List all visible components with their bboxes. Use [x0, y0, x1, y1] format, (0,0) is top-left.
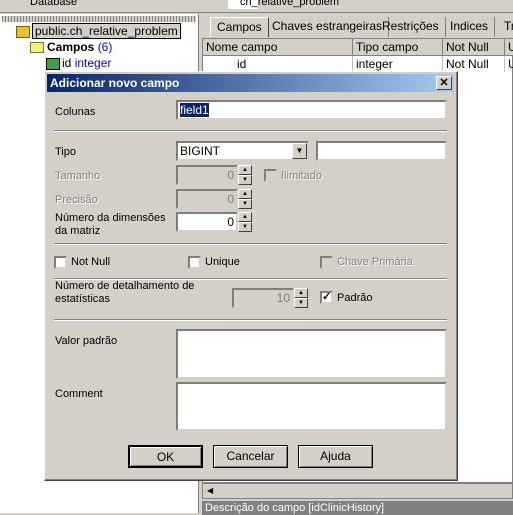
ok-button[interactable]: OK	[128, 445, 203, 468]
tree-item-root[interactable]: public.ch_relative_problem	[4, 23, 181, 39]
separator	[54, 243, 447, 245]
table-row-cell[interactable]: U	[505, 56, 513, 72]
chave-primaria-checkbox[interactable]	[320, 256, 333, 269]
help-button[interactable]: Ajuda	[298, 445, 373, 468]
ilimitado-checkbox[interactable]	[264, 169, 277, 182]
estatisticas-spinner[interactable]: ▲ ▼	[294, 288, 308, 308]
ilimitado-label: Ilimitado	[281, 170, 322, 182]
add-field-dialog: Adicionar novo campo ✕ Colunas field1 Tip…	[44, 71, 458, 481]
tab-campos[interactable]: Campos	[210, 17, 269, 37]
tipo-select[interactable]: BIGINT ▼	[176, 141, 309, 161]
estatisticas-label: Número de detalhamento de estatísticas	[55, 280, 195, 305]
cancel-button[interactable]: Cancelar	[213, 445, 288, 468]
tipo-extra-input[interactable]	[316, 141, 447, 161]
column-header[interactable]: Nome campo	[203, 39, 353, 56]
database-button[interactable]: Database	[30, 0, 77, 8]
table-icon	[16, 25, 30, 38]
column-header[interactable]: Tipo campo	[353, 39, 443, 56]
tab-restricoes[interactable]: Restrições	[376, 17, 446, 37]
dimensoes-spinner[interactable]: ▲ ▼	[238, 212, 252, 232]
tab-chaves-estrangeiras[interactable]: Chaves estrangeiras	[266, 17, 390, 37]
precisao-label: Precisão	[55, 194, 98, 206]
tamanho-label: Tamanho	[55, 170, 101, 182]
tab-triggers[interactable]: Trig	[498, 17, 513, 37]
precisao-spinner[interactable]: ▲ ▼	[238, 189, 252, 209]
tree-item-field[interactable]: id integer	[46, 56, 111, 70]
separator	[54, 130, 447, 132]
column-header[interactable]: U	[505, 39, 513, 56]
close-button[interactable]: ✕	[436, 76, 452, 90]
tamanho-input[interactable]: 0	[176, 165, 238, 185]
estatisticas-input[interactable]: 10	[232, 288, 294, 308]
dialog-title-bar: Adicionar novo campo ✕	[47, 74, 454, 92]
dimensoes-label: Número da dimensões da matriz	[55, 212, 166, 237]
horizontal-scrollbar[interactable]: ◀	[202, 483, 513, 499]
table-row-cell[interactable]: id	[203, 56, 353, 72]
table-select-value[interactable]: ch_relative_problem	[240, 0, 339, 8]
comment-textarea[interactable]	[176, 382, 447, 431]
padrao-label: Padrão	[337, 292, 373, 304]
not-null-label: Not Null	[71, 256, 111, 268]
column-header[interactable]: Not Null	[443, 39, 505, 56]
separator	[54, 319, 447, 321]
precisao-input[interactable]: 0	[176, 189, 238, 209]
padrao-checkbox[interactable]: ✓	[320, 291, 333, 304]
colunas-input[interactable]: field1	[176, 100, 447, 120]
panel-grip[interactable]	[2, 16, 196, 22]
valor-padrao-textarea[interactable]	[176, 329, 447, 379]
comment-label: Comment	[55, 388, 103, 400]
dimensoes-input[interactable]: 0	[176, 212, 238, 232]
table-row-cell[interactable]: Not Null	[443, 56, 505, 72]
unique-label: Unique	[205, 256, 240, 268]
valor-padrao-label: Valor padrão	[55, 335, 118, 347]
field-icon	[46, 57, 60, 70]
tab-indices[interactable]: Indices	[444, 17, 496, 37]
unique-checkbox[interactable]	[188, 256, 201, 269]
scroll-left-icon[interactable]: ◀	[203, 486, 213, 495]
table-row-cell[interactable]: integer	[353, 56, 443, 72]
chave-primaria-label: Chave Primária	[337, 256, 413, 268]
tamanho-spinner[interactable]: ▲ ▼	[238, 165, 252, 185]
toolbar: Database ch_relative_problem	[0, 0, 513, 13]
not-null-checkbox[interactable]	[54, 256, 67, 269]
tipo-label: Tipo	[55, 146, 76, 158]
tree-item-campos[interactable]: Campos (6)	[20, 40, 112, 54]
colunas-label: Colunas	[55, 106, 96, 118]
chevron-down-icon[interactable]: ▼	[292, 143, 307, 159]
folder-icon	[30, 42, 44, 54]
